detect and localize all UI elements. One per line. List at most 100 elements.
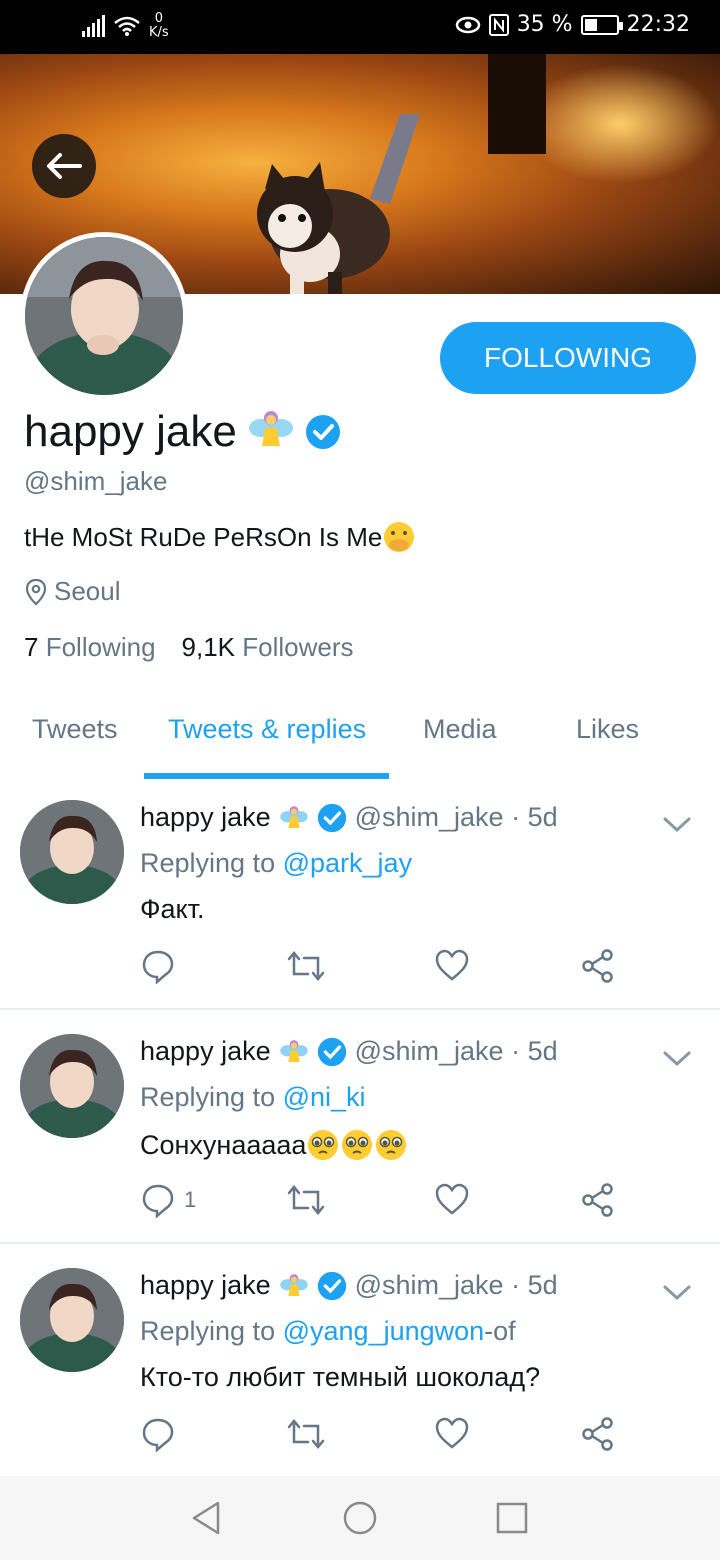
like-button[interactable] [434,1182,470,1216]
tweet-actions [140,1416,640,1456]
profile-tabs: Tweets Tweets & replies Media Likes [0,700,720,780]
avatar[interactable] [20,800,124,904]
kitten-illustration [257,114,420,294]
avatar-image [25,237,183,395]
mention-link[interactable]: @ni_ki [283,1082,366,1112]
avatar[interactable] [20,1268,124,1372]
tweet-text: Кто-то любит темный шоколад? [140,1362,541,1392]
share-icon [582,1183,613,1217]
hand-over-mouth-emoji-icon [384,522,415,552]
heart-icon [435,1183,469,1215]
mention-link[interactable]: @yang_jungwon [283,1316,485,1346]
reply-button[interactable]: 1 [140,1182,196,1218]
heart-icon [435,949,469,981]
reply-button[interactable] [140,1416,184,1452]
verified-badge-icon [317,1037,346,1066]
tweet-text: Факт. [140,894,205,924]
retweet-icon [287,1419,325,1449]
replying-to: Replying to @yang_jungwon-of [140,1316,516,1347]
tweet-header: happy jake @shim_jake · 5d [140,1036,558,1067]
tweet-actions [140,948,640,988]
tweet-header: happy jake @shim_jake · 5d [140,802,558,833]
bio-text: tHe MoSt RuDe PeRsOn Is Me [24,521,383,552]
profile-handle: @shim_jake [24,466,168,496]
share-button[interactable] [580,1416,616,1452]
fairy-emoji-icon [279,1273,308,1296]
followers-label: Followers [242,632,354,662]
tab-tweets[interactable]: Tweets [32,714,118,745]
tweet-author-name[interactable]: happy jake [140,802,271,833]
tab-media[interactable]: Media [423,714,497,745]
heart-icon [435,1417,469,1449]
reply-icon [142,950,174,984]
tweet[interactable]: happy jake @shim_jake · 5d Replying to @… [0,1244,720,1478]
status-left: 0 K/s [82,12,169,40]
recents-square-icon[interactable] [496,1502,528,1534]
replying-prefix: Replying to [140,848,276,878]
chevron-down-icon[interactable] [660,812,694,836]
retweet-button[interactable] [286,948,326,984]
replying-prefix: Replying to [140,1082,276,1112]
profile-name-row: happy jake [24,406,341,458]
location-text: Seoul [54,576,121,606]
retweet-button[interactable] [286,1416,326,1452]
tweet-author-name[interactable]: happy jake [140,1036,271,1067]
back-button[interactable] [32,134,96,198]
tweet-header: happy jake @shim_jake · 5d [140,1270,558,1301]
tweet-text-row: Сонхунааааа [140,1128,408,1162]
tweet-text: Сонхунааааа [140,1129,307,1160]
tweet-handle-time: @shim_jake · 5d [354,1270,558,1300]
retweet-button[interactable] [286,1182,326,1218]
following-button[interactable]: FOLLOWING [440,322,696,394]
location-pin-icon [25,578,47,605]
tab-likes[interactable]: Likes [576,714,639,745]
following-count: 7 [24,632,39,662]
like-button[interactable] [434,948,470,982]
verified-badge-icon [317,803,346,832]
fairy-emoji-icon [247,406,295,458]
share-icon [582,1417,613,1451]
speed-unit: K/s [149,25,169,40]
share-button[interactable] [580,948,616,984]
reply-count: 1 [184,1187,197,1212]
mention-link[interactable]: @park_jay [283,848,412,878]
profile-avatar[interactable] [20,232,188,400]
battery-icon [580,14,623,35]
like-button[interactable] [434,1416,470,1450]
tweet[interactable]: happy jake @shim_jake · 5d Replying to @… [0,776,720,1010]
signal-icon [82,15,105,37]
reply-icon [142,1184,174,1218]
chevron-down-icon[interactable] [660,1280,694,1304]
wifi-icon [114,16,140,36]
share-button[interactable] [580,1182,616,1218]
tweet[interactable]: happy jake @shim_jake · 5d Replying to @… [0,1010,720,1244]
followers-count: 9,1K [181,632,236,662]
tweet-handle-time: @shim_jake · 5d [354,1036,558,1066]
profile-name: happy jake [24,407,237,456]
arrow-left-icon [47,153,82,179]
tweet-author-name[interactable]: happy jake [140,1270,271,1301]
battery-percent: 35 % [516,12,573,37]
avatar[interactable] [20,1034,124,1138]
following-stat[interactable]: 7 Following [24,632,156,663]
home-circle-icon[interactable] [342,1500,378,1536]
verified-badge-icon [305,415,340,449]
status-bar: 0 K/s 35 % 22:32 [0,0,720,54]
fairy-emoji-icon [279,1039,308,1062]
profile-stats: 7 Following 9,1K Followers [24,632,354,663]
profile-location: Seoul [24,576,121,607]
chevron-down-icon[interactable] [660,1046,694,1070]
replying-to: Replying to @park_jay [140,848,412,879]
clock: 22:32 [626,12,690,37]
back-triangle-icon[interactable] [190,1500,222,1536]
followers-stat[interactable]: 9,1K Followers [182,632,354,663]
nfc-icon [488,13,509,36]
speed-value: 0 [154,11,163,26]
mention-suffix: -of [484,1316,516,1346]
eye-icon [455,16,480,33]
fairy-emoji-icon [279,805,308,828]
reply-button[interactable] [140,948,184,984]
reply-icon [142,1418,174,1452]
system-navigation-bar [0,1476,720,1560]
tab-tweets-and-replies[interactable]: Tweets & replies [168,714,366,745]
